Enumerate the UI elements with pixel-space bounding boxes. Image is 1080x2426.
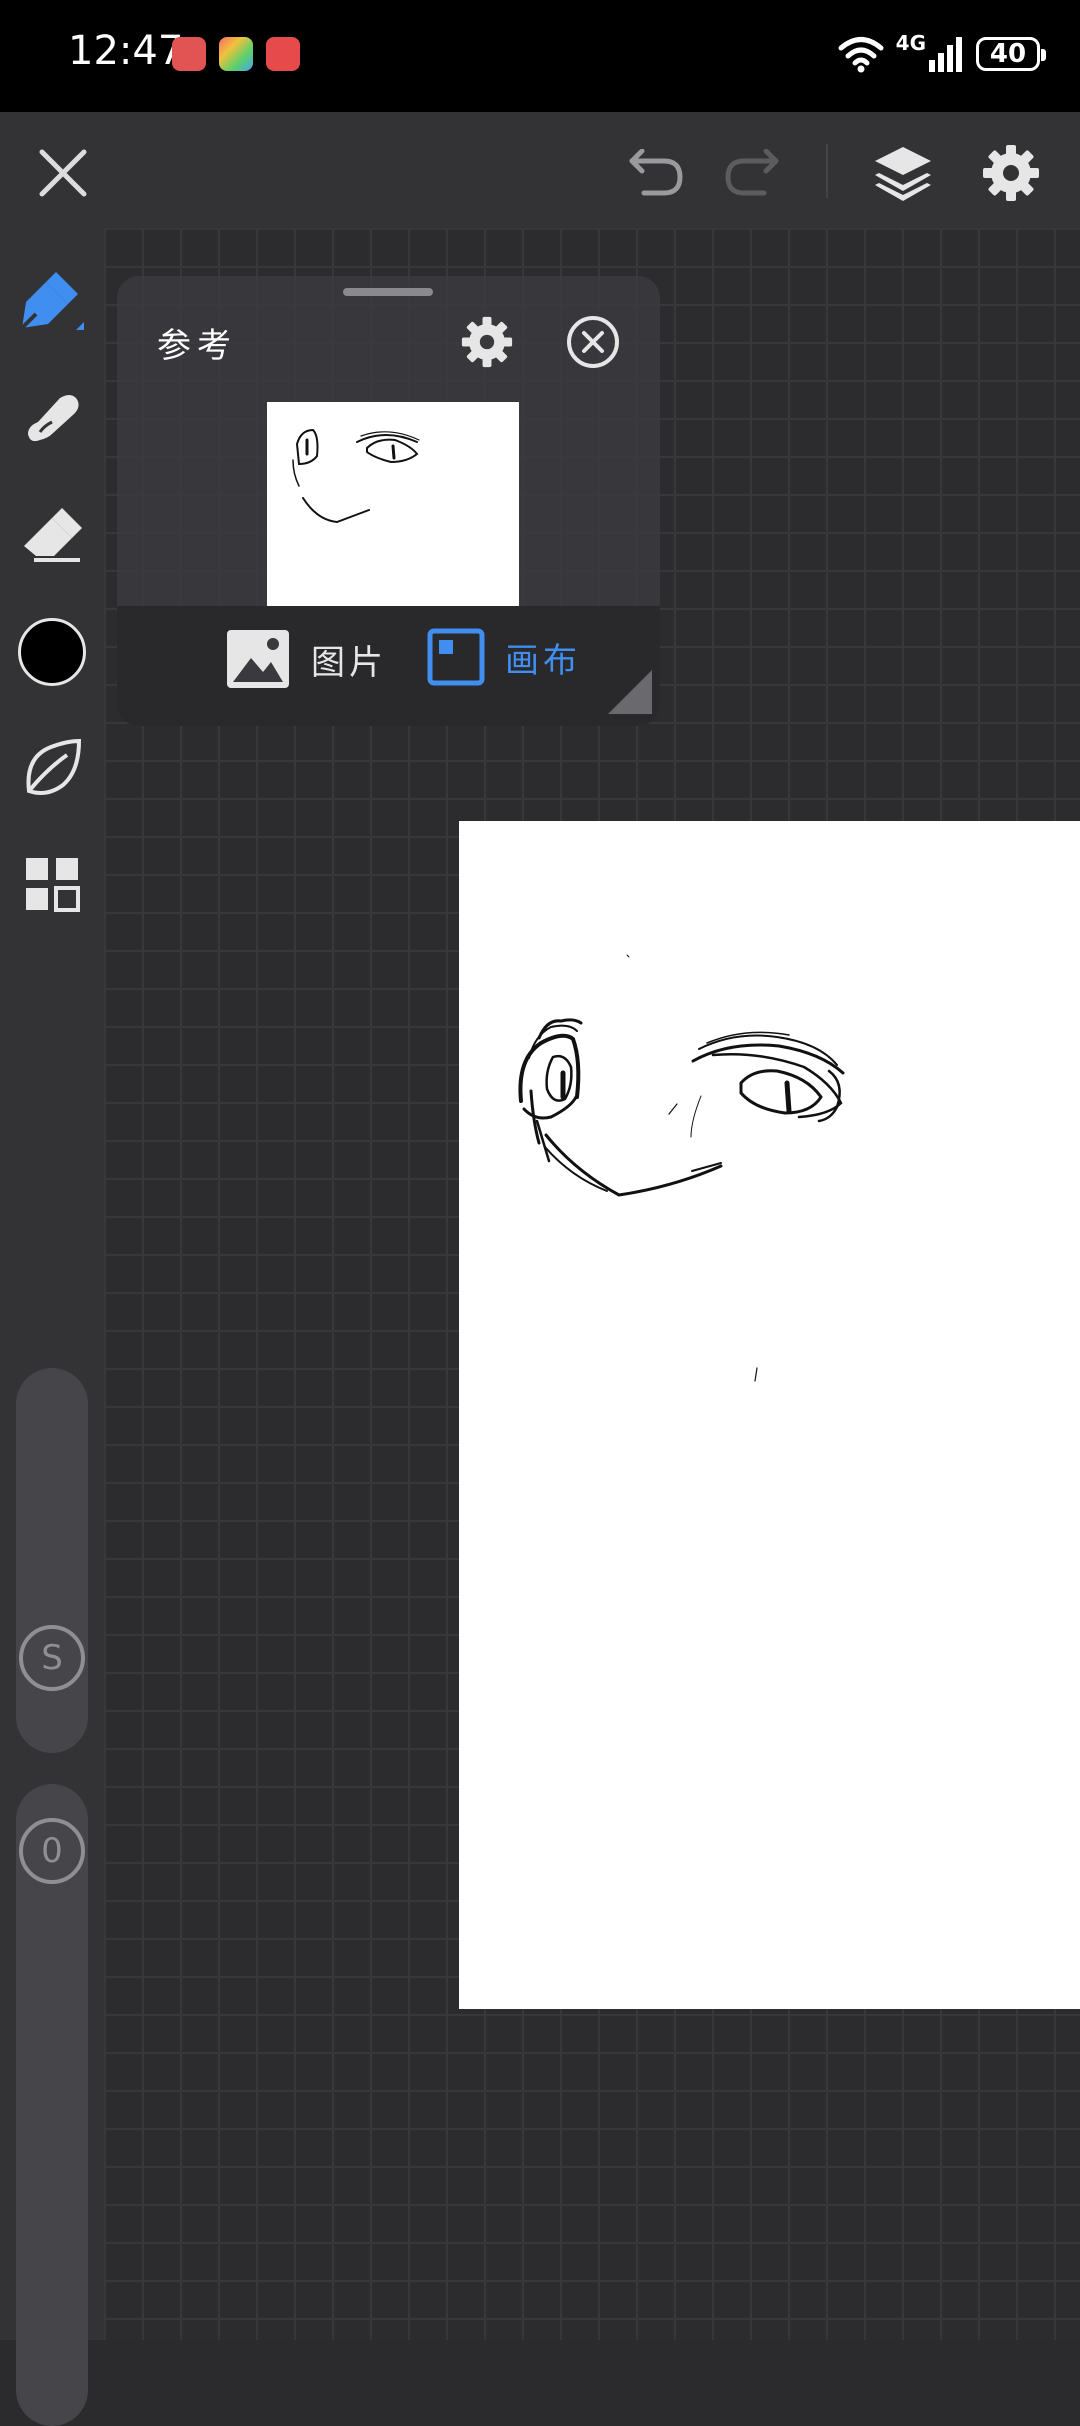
image-option-label: 图片 xyxy=(311,642,387,683)
color-icon xyxy=(18,618,86,686)
brush-icon xyxy=(20,272,84,330)
layers-button[interactable] xyxy=(868,138,938,208)
panel-resize-handle[interactable] xyxy=(604,666,654,720)
reference-sketch-preview xyxy=(292,428,420,524)
panel-drag-handle[interactable] xyxy=(343,288,433,296)
layers-icon xyxy=(875,147,931,201)
status-time: 12:47 xyxy=(68,28,184,74)
eraser-icon xyxy=(24,508,82,562)
settings-button[interactable] xyxy=(976,138,1046,208)
canvas-option-label: 画布 xyxy=(505,640,581,681)
redo-button[interactable] xyxy=(718,138,788,208)
network-label: 4G xyxy=(895,31,926,55)
gear-icon xyxy=(461,316,513,368)
reference-preview xyxy=(267,402,519,606)
color-swatch[interactable] xyxy=(16,616,88,688)
sketch-drawing xyxy=(518,954,845,1382)
status-indicators: 4G 40 xyxy=(838,28,1046,80)
battery-indicator: 40 xyxy=(976,37,1046,71)
opacity-slider-knob[interactable]: 0 xyxy=(19,1818,85,1884)
close-circle-icon xyxy=(567,316,619,368)
reference-title: 参考 xyxy=(157,326,237,366)
redo-icon xyxy=(725,149,779,196)
grid-tool[interactable] xyxy=(16,848,88,920)
undo-icon xyxy=(629,149,683,196)
drawing-canvas[interactable] xyxy=(459,821,1080,2009)
signal-icon xyxy=(929,37,962,72)
close-button[interactable] xyxy=(28,138,98,208)
huawei-app-icon xyxy=(172,37,206,71)
smudge-icon xyxy=(28,395,79,442)
leaf-tool[interactable] xyxy=(16,732,88,804)
eraser-tool[interactable] xyxy=(16,500,88,572)
reference-source-bar: 图片 画布 xyxy=(117,606,660,726)
image-icon xyxy=(227,630,289,688)
opacity-slider-label: 0 xyxy=(41,1831,63,1871)
canvas-source-option[interactable]: 画布 xyxy=(427,628,581,686)
status-bar: 12:47 4G 40 xyxy=(0,0,1080,112)
brush-tool[interactable] xyxy=(16,268,88,340)
brush-size-slider[interactable] xyxy=(16,1368,88,1753)
grid-icon xyxy=(26,858,80,912)
undo-button[interactable] xyxy=(620,138,690,208)
reference-panel[interactable]: 参考 图片 画布 xyxy=(117,276,660,726)
resize-corner-icon xyxy=(608,670,652,714)
red-app-icon xyxy=(266,37,300,71)
left-toolbar: S 0 xyxy=(0,228,104,2426)
canvas-icon xyxy=(427,628,485,686)
wifi-icon xyxy=(838,37,884,73)
toolbar-divider xyxy=(826,144,828,198)
reference-close-button[interactable] xyxy=(563,312,623,372)
smudge-tool[interactable] xyxy=(16,384,88,456)
battery-level: 40 xyxy=(989,39,1027,69)
size-slider-label: S xyxy=(41,1638,63,1678)
leaf-icon xyxy=(26,738,82,795)
multicolor-app-icon xyxy=(219,37,253,71)
gear-icon xyxy=(983,145,1039,201)
size-slider-knob[interactable]: S xyxy=(19,1625,85,1691)
close-icon xyxy=(39,149,87,197)
top-toolbar xyxy=(0,112,1080,228)
reference-settings-button[interactable] xyxy=(457,312,517,372)
image-source-option[interactable]: 图片 xyxy=(225,628,387,690)
